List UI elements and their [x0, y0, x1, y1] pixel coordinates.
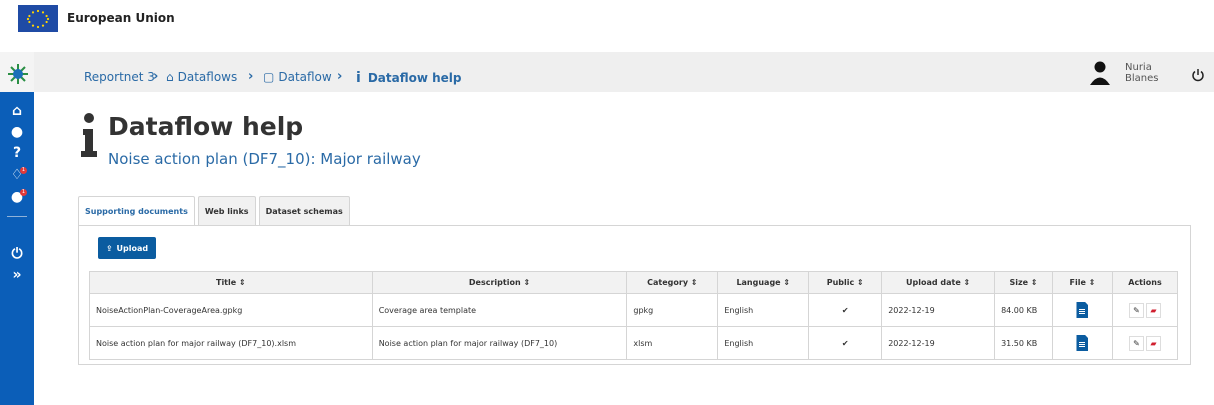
column-title[interactable]: Title ⇕ [89, 271, 373, 294]
user-profile-icon[interactable]: ● [8, 123, 26, 141]
chat-badge: 1 [20, 189, 27, 196]
logout-icon[interactable]: ⏻ [8, 245, 26, 263]
row-actions: ✎ ▰ [1111, 326, 1179, 360]
upload-icon: ⇪ [105, 243, 113, 253]
user-last-name: Blanes [1125, 73, 1159, 84]
column-language[interactable]: Language ⇕ [717, 271, 810, 294]
row-upload-date: 2022-12-19 [881, 293, 996, 327]
breadcrumb-separator-icon: › [248, 69, 254, 84]
clone-icon: ▢ [263, 70, 275, 84]
row-upload-date: 2022-12-19 [881, 326, 996, 360]
upload-label: Upload [116, 243, 149, 253]
column-size[interactable]: Size ⇕ [994, 271, 1054, 294]
file-download-icon[interactable] [1076, 335, 1089, 351]
file-download-icon[interactable] [1076, 302, 1089, 318]
breadcrumb-label: Dataflows [177, 70, 238, 84]
column-public[interactable]: Public ⇕ [808, 271, 883, 294]
eu-flag-logo [18, 5, 58, 32]
help-icon[interactable]: ? [8, 144, 26, 162]
home-icon: ⌂ [166, 70, 174, 84]
expand-sidebar-icon[interactable]: » [8, 266, 26, 284]
tab-supporting-documents[interactable]: Supporting documents [78, 196, 195, 226]
user-avatar-icon[interactable] [1088, 60, 1112, 86]
breadcrumb-separator-icon: › [153, 69, 159, 84]
breadcrumb-label: Dataflow help [367, 71, 462, 85]
breadcrumb-dataflow[interactable]: ▢ Dataflow [263, 70, 332, 84]
documents-panel: ⇪ Upload Title ⇕ Description ⇕ Category … [78, 225, 1191, 365]
edit-icon[interactable]: ✎ [1128, 302, 1144, 318]
org-name: European Union [67, 11, 175, 25]
column-upload-date[interactable]: Upload date ⇕ [881, 271, 996, 294]
row-size: 31.50 KB [994, 326, 1054, 360]
row-description: Noise action plan for major railway (DF7… [371, 326, 628, 360]
row-public: ✔ [808, 293, 883, 327]
table-row: NoiseActionPlan-CoverageArea.gpkg Covera… [89, 293, 1179, 327]
column-file[interactable]: File ⇕ [1052, 271, 1113, 294]
table-header-row: Title ⇕ Description ⇕ Category ⇕ Languag… [89, 271, 1179, 294]
row-language: English [717, 293, 810, 327]
delete-icon[interactable]: ▰ [1145, 335, 1161, 351]
upload-button[interactable]: ⇪ Upload [98, 237, 156, 259]
sidebar-divider [7, 216, 27, 217]
page-subtitle: Noise action plan (DF7_10): Major railwa… [108, 150, 421, 168]
edit-icon[interactable]: ✎ [1128, 335, 1144, 351]
breadcrumb-reportnet[interactable]: Reportnet 3 [84, 70, 155, 84]
row-title: Noise action plan for major railway (DF7… [89, 326, 373, 360]
home-icon[interactable]: ⌂ [8, 102, 26, 120]
table-row: Noise action plan for major railway (DF7… [89, 326, 1179, 360]
breadcrumb-label: Dataflow [278, 70, 332, 84]
tab-dataset-schemas[interactable]: Dataset schemas [258, 196, 350, 226]
breadcrumb-dataflow-help: i Dataflow help [356, 70, 462, 86]
row-public: ✔ [808, 326, 883, 360]
user-name[interactable]: Nuria Blanes [1125, 62, 1165, 84]
row-size: 84.00 KB [994, 293, 1054, 327]
page-title: Dataflow help [108, 112, 304, 141]
row-description: Coverage area template [371, 293, 628, 327]
documents-table: Title ⇕ Description ⇕ Category ⇕ Languag… [89, 271, 1179, 360]
row-language: English [717, 326, 810, 360]
sidebar-nav: ⌂ ● ? ♢ 1 ● 1 ⏻ » [0, 92, 34, 405]
breadcrumb-header: Reportnet 3 › ⌂ Dataflows › ▢ Dataflow › i… [34, 52, 1214, 92]
user-first-name: Nuria [1125, 62, 1152, 73]
row-category: xlsm [626, 326, 719, 360]
breadcrumb-separator-icon: › [337, 69, 343, 84]
row-category: gpkg [626, 293, 719, 327]
row-title: NoiseActionPlan-CoverageArea.gpkg [89, 293, 373, 327]
column-actions: Actions [1111, 271, 1179, 294]
column-category[interactable]: Category ⇕ [626, 271, 719, 294]
info-icon: i [356, 70, 361, 86]
tab-web-links[interactable]: Web links [197, 196, 256, 226]
info-icon [81, 113, 97, 157]
column-description[interactable]: Description ⇕ [371, 271, 628, 294]
row-file [1052, 326, 1113, 360]
row-file [1052, 293, 1113, 327]
notification-badge: 1 [20, 167, 27, 174]
delete-icon[interactable]: ▰ [1145, 302, 1161, 318]
reportnet-logo[interactable] [6, 62, 30, 86]
tabs: Supporting documents Web links Dataset s… [78, 196, 353, 226]
eu-topbar: European Union [0, 0, 1214, 52]
breadcrumb-dataflows[interactable]: ⌂ Dataflows [166, 70, 237, 84]
row-actions: ✎ ▰ [1111, 293, 1179, 327]
power-icon[interactable] [1191, 68, 1205, 82]
